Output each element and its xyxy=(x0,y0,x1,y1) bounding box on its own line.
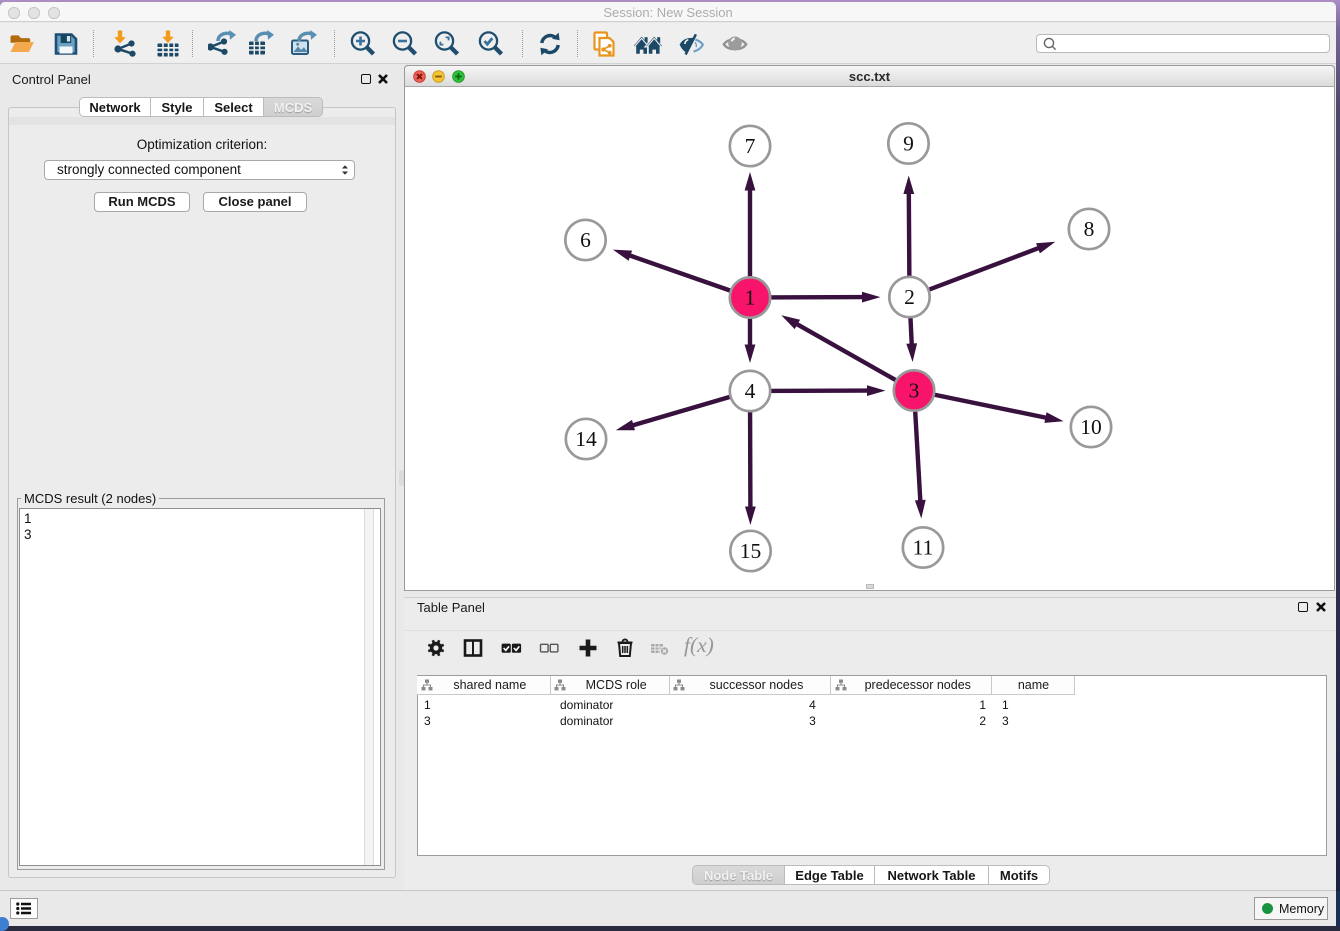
svg-text:6: 6 xyxy=(580,228,591,252)
svg-text:10: 10 xyxy=(1080,415,1102,439)
svg-text:15: 15 xyxy=(740,539,762,563)
svg-text:9: 9 xyxy=(903,132,914,156)
svg-text:7: 7 xyxy=(745,134,756,158)
svg-text:3: 3 xyxy=(909,379,920,403)
svg-text:1: 1 xyxy=(745,286,756,310)
svg-text:11: 11 xyxy=(913,536,934,560)
svg-text:8: 8 xyxy=(1084,217,1095,241)
svg-text:14: 14 xyxy=(575,427,597,451)
svg-text:4: 4 xyxy=(745,379,756,403)
svg-text:2: 2 xyxy=(904,285,915,309)
